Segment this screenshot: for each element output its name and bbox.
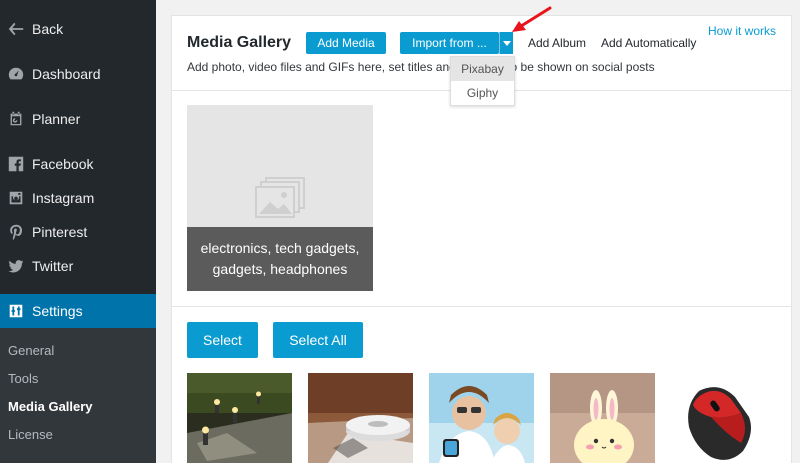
sidebar-item-pinterest[interactable]: Pinterest [0, 217, 156, 247]
settings-submenu: General Tools Media Gallery License [0, 328, 156, 463]
import-option-giphy[interactable]: Giphy [451, 81, 514, 105]
annotation-arrow-icon [506, 4, 556, 43]
import-dropdown-menu: Pixabay Giphy [450, 56, 515, 106]
album-caption-line: electronics, tech gadgets, [200, 240, 360, 256]
facebook-icon [0, 155, 32, 173]
media-thumbnail-bunny-lamp[interactable] [550, 373, 655, 463]
import-option-pixabay[interactable]: Pixabay [451, 57, 514, 81]
sidebar-item-facebook[interactable]: Facebook [0, 149, 156, 179]
sidebar-item-label: Pinterest [32, 224, 88, 240]
sidebar-item-settings[interactable]: Settings [0, 294, 156, 328]
arrow-left-icon [0, 20, 32, 38]
add-media-button[interactable]: Add Media [306, 32, 386, 54]
sidebar-item-dashboard[interactable]: Dashboard [0, 59, 156, 89]
album-caption: electronics, tech gadgets, gadgets, headp… [187, 227, 373, 291]
back-link[interactable]: Back [0, 14, 156, 44]
submenu-tools[interactable]: Tools [8, 371, 38, 386]
album-caption-line: gadgets, headphones [212, 261, 348, 277]
select-all-button[interactable]: Select All [273, 322, 363, 358]
pinterest-icon [0, 223, 32, 241]
import-from-button[interactable]: Import from ... [400, 32, 499, 54]
sidebar-item-planner[interactable]: Planner [0, 104, 156, 134]
image-placeholder-icon [255, 177, 307, 226]
sidebar-item-label: Dashboard [32, 66, 101, 82]
add-automatically-link[interactable]: Add Automatically [601, 36, 696, 50]
page-title: Media Gallery [187, 34, 292, 51]
sidebar-item-label: Planner [32, 111, 81, 127]
twitter-icon [0, 257, 32, 275]
submenu-license[interactable]: License [8, 427, 53, 442]
media-thumbnail-robot-vacuum[interactable] [308, 373, 413, 463]
divider [172, 306, 791, 307]
sidebar-item-label: Instagram [32, 190, 95, 206]
album-card[interactable]: electronics, tech gadgets, gadgets, headp… [187, 105, 373, 291]
media-thumbnail-smartwatch-family[interactable] [429, 373, 534, 463]
calendar-icon [0, 110, 32, 128]
back-label: Back [32, 21, 64, 37]
sidebar-item-instagram[interactable]: Instagram [0, 183, 156, 213]
admin-sidebar: Back Dashboard Planner Facebook Instagra… [0, 0, 156, 463]
media-gallery-panel: Media Gallery Add Media Import from ... … [171, 6, 792, 463]
sidebar-item-label: Facebook [32, 156, 94, 172]
instagram-icon [0, 189, 32, 207]
settings-icon [0, 302, 32, 320]
media-thumbnail-red-mouse[interactable] [671, 373, 776, 463]
sidebar-item-label: Twitter [32, 258, 74, 274]
submenu-general[interactable]: General [8, 343, 54, 358]
media-thumbnail-garden-lamps[interactable] [187, 373, 292, 463]
submenu-media-gallery[interactable]: Media Gallery [8, 399, 93, 414]
page-description: Add photo, video files and GIFs here, se… [187, 60, 655, 74]
dashboard-icon [0, 65, 32, 83]
sidebar-item-label: Settings [32, 303, 83, 319]
how-it-works-link[interactable]: How it works [708, 24, 776, 38]
sidebar-item-twitter[interactable]: Twitter [0, 251, 156, 281]
select-button[interactable]: Select [187, 322, 258, 358]
